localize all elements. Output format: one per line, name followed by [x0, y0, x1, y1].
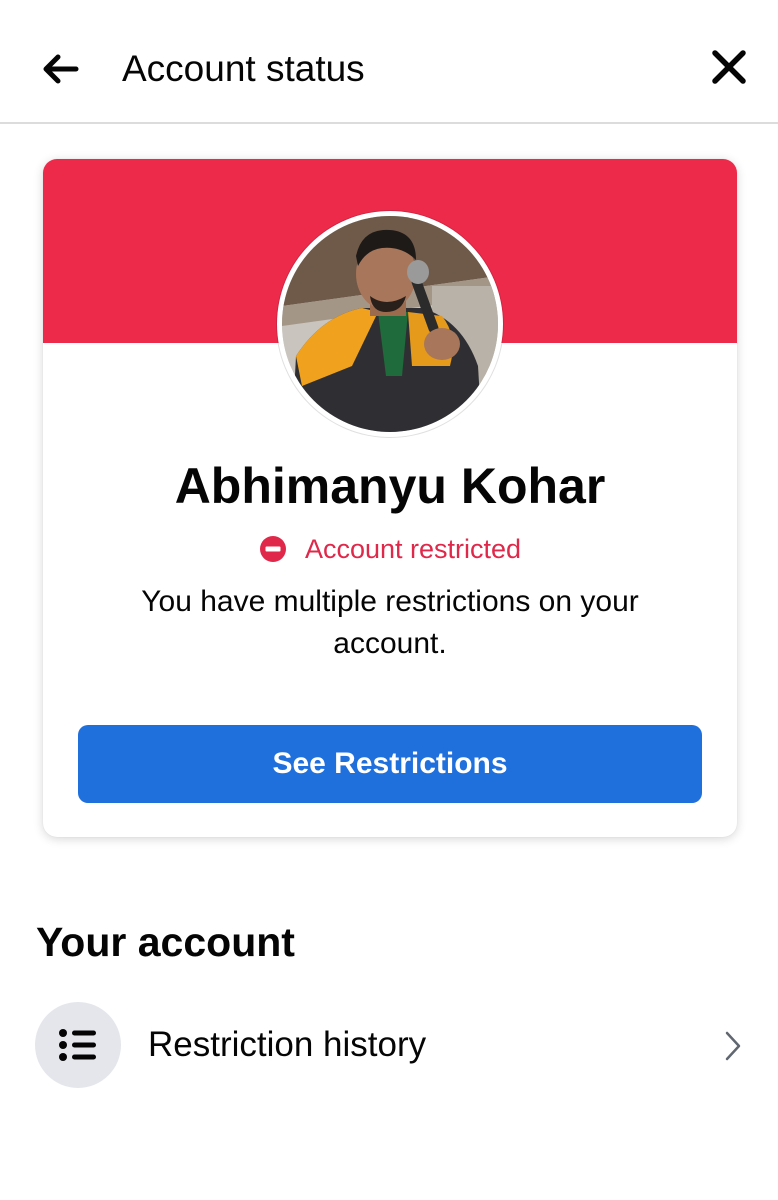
- page-title: Account status: [122, 48, 365, 89]
- status-badge: Account restricted: [304, 534, 522, 564]
- chevron-right-icon: [718, 1028, 748, 1064]
- close-icon: [712, 50, 746, 84]
- back-button[interactable]: [32, 44, 88, 94]
- user-name: Abhimanyu Kohar: [174, 458, 606, 514]
- avatar: [277, 211, 503, 437]
- close-button[interactable]: [700, 38, 758, 96]
- restricted-icon: [259, 536, 286, 562]
- list-icon: [59, 1029, 96, 1061]
- arrow-left-icon: [43, 54, 79, 84]
- list-item-label: Restriction history: [148, 1025, 427, 1064]
- account-status-row: Account restricted: [43, 529, 737, 569]
- profile-photo: [282, 216, 498, 432]
- list-item-restriction-history[interactable]: Restriction history: [0, 996, 778, 1096]
- see-restrictions-button[interactable]: See Restrictions: [78, 725, 702, 803]
- section-title-your-account: Your account: [36, 919, 295, 965]
- account-status-card: Abhimanyu Kohar Account restricted You h…: [43, 159, 737, 837]
- list-icon-container: [35, 1002, 121, 1088]
- restriction-description: You have multiple restrictions on your a…: [141, 585, 639, 660]
- account-status-page: Account status Abhimanyu Kohar Account r…: [0, 0, 778, 1200]
- top-bar: Account status: [0, 0, 778, 124]
